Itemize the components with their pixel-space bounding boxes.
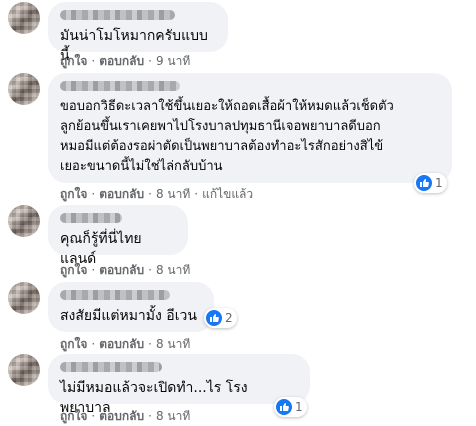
avatar[interactable] [8, 205, 40, 237]
reaction-badge[interactable]: 1 [414, 173, 447, 193]
reaction-count: 1 [435, 176, 443, 190]
reaction-badge[interactable]: 2 [204, 308, 237, 328]
reply-link[interactable]: ตอบกลับ [99, 409, 144, 423]
like-link[interactable]: ถูกใจ [60, 263, 87, 277]
timestamp[interactable]: 8 นาที [156, 187, 190, 201]
like-link[interactable]: ถูกใจ [60, 409, 87, 423]
avatar[interactable] [8, 282, 40, 314]
avatar[interactable] [8, 73, 40, 105]
like-thumb-icon [206, 310, 222, 326]
commenter-name-blurred[interactable] [60, 10, 175, 20]
comment-actions: ถูกใจ · ตอบกลับ · 8 นาที [60, 409, 191, 423]
edited-label[interactable]: แก้ไขแล้ว [202, 187, 253, 201]
reaction-badge[interactable]: 1 [274, 397, 307, 417]
comment-bubble: คุณก็รู้ที่นี่ไทยแลนด์ [48, 205, 188, 267]
timestamp[interactable]: 8 นาที [156, 337, 190, 351]
avatar[interactable] [8, 354, 40, 386]
reply-link[interactable]: ตอบกลับ [99, 187, 144, 201]
reply-link[interactable]: ตอบกลับ [99, 54, 144, 68]
timestamp[interactable]: 8 นาที [156, 263, 190, 277]
reply-link[interactable]: ตอบกลับ [99, 337, 144, 351]
commenter-name-blurred[interactable] [60, 290, 170, 300]
like-link[interactable]: ถูกใจ [60, 54, 87, 68]
like-link[interactable]: ถูกใจ [60, 337, 87, 351]
comment-actions: ถูกใจ · ตอบกลับ · 9 นาที [60, 54, 191, 68]
comment-actions: ถูกใจ · ตอบกลับ · 8 นาที [60, 337, 191, 351]
reply-link[interactable]: ตอบกลับ [99, 263, 144, 277]
comment-bubble: สงสัยมีแต่หมามั้ง อีเวน [48, 282, 214, 332]
commenter-name-blurred[interactable] [60, 362, 162, 372]
comment-bubble: มันน่าโมโหมากครับแบบนี้ [48, 2, 228, 64]
reaction-count: 1 [295, 400, 303, 414]
timestamp[interactable]: 9 นาที [156, 54, 190, 68]
comment-bubble: ขอบอกวิธีดะเวลาใช้ขึ้นเยอะให้ถอดเสื้อผ้า… [48, 73, 452, 183]
avatar[interactable] [8, 2, 40, 34]
commenter-name-blurred[interactable] [60, 81, 180, 91]
comment-bubble: ไม่มีหมอแล้วจะเปิดทำ...ไร โรงพยาบาล [48, 354, 310, 416]
comment-text: สงสัยมีแต่หมามั้ง อีเวน [60, 308, 197, 324]
comment-actions: ถูกใจ · ตอบกลับ · 8 นาที [60, 263, 191, 277]
comment-actions: ถูกใจ · ตอบกลับ · 8 นาที · แก้ไขแล้ว [60, 187, 254, 201]
like-thumb-icon [276, 399, 292, 415]
comment-text: ขอบอกวิธีดะเวลาใช้ขึ้นเยอะให้ถอดเสื้อผ้า… [60, 99, 394, 174]
like-thumb-icon [416, 175, 432, 191]
reaction-count: 2 [225, 311, 233, 325]
like-link[interactable]: ถูกใจ [60, 187, 87, 201]
timestamp[interactable]: 8 นาที [156, 409, 190, 423]
commenter-name-blurred[interactable] [60, 213, 122, 223]
